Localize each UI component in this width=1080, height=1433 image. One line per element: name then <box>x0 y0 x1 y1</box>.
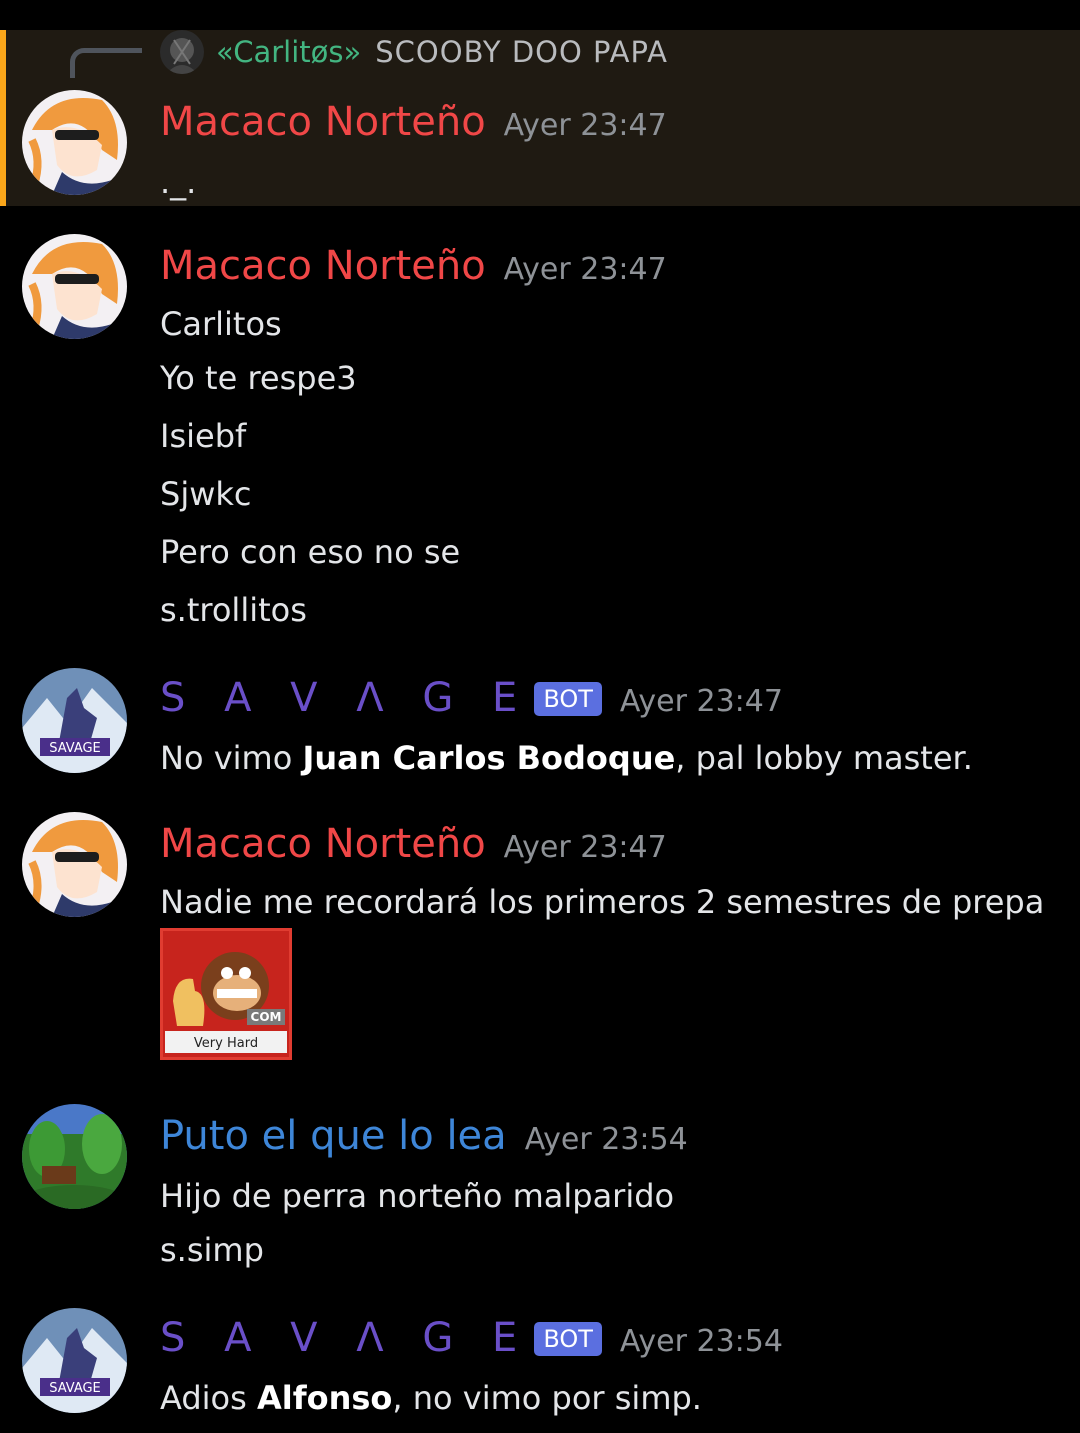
timestamp: Ayer 23:47 <box>619 684 783 719</box>
anime-avatar-icon <box>22 234 127 339</box>
message-text-part: , no vimo por simp. <box>392 1379 702 1417</box>
reply-text[interactable]: SCOOBY DOO PAPA <box>375 35 668 69</box>
timestamp: Ayer 23:54 <box>619 1324 783 1359</box>
wolf-avatar-icon: SAVAGE <box>22 1308 127 1413</box>
attachment-tag: COM <box>251 1010 282 1024</box>
username[interactable]: S A V Λ G E <box>160 674 530 722</box>
avatar[interactable]: SAVAGE <box>22 668 127 773</box>
message[interactable]: Macaco Norteño Ayer 23:47 Nadie me recor… <box>0 810 1080 1070</box>
timestamp: Ayer 23:54 <box>524 1122 688 1157</box>
timestamp: Ayer 23:47 <box>503 252 667 287</box>
chat-message-list: «Carlitøs» SCOOBY DOO PAPA Macaco Norteñ… <box>0 0 1080 1433</box>
message-text: s.trollitos <box>160 591 307 629</box>
message-text-part: , pal lobby master. <box>675 739 973 777</box>
avatar[interactable] <box>22 90 127 195</box>
message-header: Macaco Norteño Ayer 23:47 <box>160 98 667 146</box>
image-attachment[interactable]: COM Very Hard <box>160 928 292 1060</box>
message-text: Yo te respe3 <box>160 359 357 397</box>
message-text-part: Adios <box>160 1379 257 1417</box>
message-header: S A V Λ G E BOT Ayer 23:54 <box>160 1314 783 1362</box>
reply-connector <box>70 48 142 78</box>
username[interactable]: Puto el que lo lea <box>160 1112 507 1160</box>
message-text-bold: Juan Carlos Bodoque <box>302 739 676 777</box>
timestamp: Ayer 23:47 <box>503 830 667 865</box>
message-text: Adios Alfonso, no vimo por simp. <box>160 1378 702 1418</box>
message-highlighted-reply[interactable]: «Carlitøs» SCOOBY DOO PAPA Macaco Norteñ… <box>0 30 1080 206</box>
username[interactable]: S A V Λ G E <box>160 1314 530 1362</box>
message-header: Puto el que lo lea Ayer 23:54 <box>160 1112 688 1160</box>
svg-text:SAVAGE: SAVAGE <box>49 1381 101 1396</box>
bot-badge: BOT <box>534 682 602 716</box>
reply-author[interactable]: «Carlitøs» <box>216 35 361 69</box>
anime-avatar-icon <box>22 90 127 195</box>
avatar[interactable]: SAVAGE <box>22 1308 127 1413</box>
message-text: No vimo Juan Carlos Bodoque, pal lobby m… <box>160 738 973 778</box>
message-text-bold: Alfonso <box>256 1379 393 1417</box>
message-text-part: No vimo <box>160 739 303 777</box>
reply-preview[interactable]: «Carlitøs» SCOOBY DOO PAPA <box>160 30 668 74</box>
message-text: Sjwkc <box>160 475 252 513</box>
attachment-caption: Very Hard <box>194 1036 258 1051</box>
message[interactable]: SAVAGE S A V Λ G E BOT Ayer 23:54 Adios … <box>0 1306 1080 1426</box>
donkey-kong-thumbs-up-image: COM Very Hard <box>163 931 289 1057</box>
message-text: Isiebf <box>160 417 247 455</box>
message-text: Nadie me recordará los primeros 2 semest… <box>160 883 1045 921</box>
message-text: Carlitos <box>160 305 282 343</box>
timestamp: Ayer 23:47 <box>503 108 667 143</box>
wolf-avatar-icon: SAVAGE <box>22 668 127 773</box>
reply-avatar[interactable] <box>160 30 204 74</box>
username[interactable]: Macaco Norteño <box>160 98 486 146</box>
username[interactable]: Macaco Norteño <box>160 820 486 868</box>
message[interactable]: SAVAGE S A V Λ G E BOT Ayer 23:47 No vim… <box>0 666 1080 786</box>
message-header: S A V Λ G E BOT Ayer 23:47 <box>160 674 783 722</box>
message-text: ._. <box>160 163 197 201</box>
message-text: Pero con eso no se <box>160 533 461 571</box>
username[interactable]: Macaco Norteño <box>160 242 486 290</box>
dark-avatar-icon <box>160 30 204 74</box>
avatar[interactable] <box>22 234 127 339</box>
message[interactable]: Macaco Norteño Ayer 23:47 Carlitos Yo te… <box>0 230 1080 640</box>
avatar[interactable] <box>22 1104 127 1209</box>
anime-avatar-icon <box>22 812 127 917</box>
message-text: s.simp <box>160 1231 264 1269</box>
message-header: Macaco Norteño Ayer 23:47 <box>160 242 667 290</box>
jungle-avatar-icon <box>22 1104 127 1209</box>
message-header: Macaco Norteño Ayer 23:47 <box>160 820 667 868</box>
message-text: Hijo de perra norteño malparido <box>160 1177 675 1215</box>
avatar[interactable] <box>22 812 127 917</box>
bot-badge: BOT <box>534 1322 602 1356</box>
svg-text:SAVAGE: SAVAGE <box>49 741 101 756</box>
message[interactable]: Puto el que lo lea Ayer 23:54 Hijo de pe… <box>0 1104 1080 1274</box>
